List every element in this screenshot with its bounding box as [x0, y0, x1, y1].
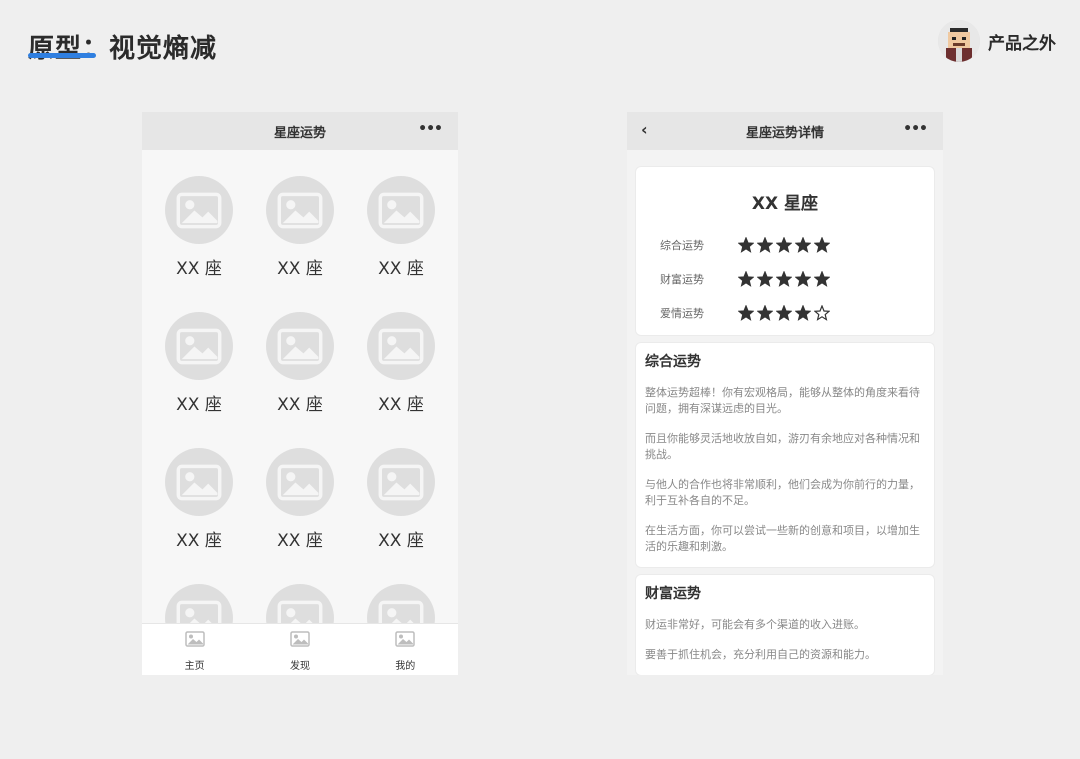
image-placeholder-icon [266, 176, 334, 244]
tab-label: 发现 [289, 661, 310, 672]
image-icon [184, 631, 205, 651]
image-icon [395, 631, 416, 651]
title-underline [28, 53, 96, 58]
section-title: 综合运势 [645, 354, 701, 370]
star-filled-icon [795, 237, 811, 253]
star-filled-icon [776, 237, 792, 253]
sign-summary-card: XX 星座 综合运势财富运势爱情运势 [635, 166, 935, 336]
detail-screen: ‹ 星座运势详情 ••• XX 星座 综合运势 财富运势 爱情运势 综合运势 整体运势… [627, 112, 943, 675]
rating-label: 综合运势 [660, 239, 704, 252]
fortune-sections: 综合运势整体运势超棒！你有宏观格局，能够从整体的角度来看待问题，拥有深谋远虑的目… [627, 342, 943, 675]
zodiac-label: XX 座 [378, 395, 424, 415]
section-paragraph: 在生活方面，你可以尝试一些新的创意和项目，以增加生活的乐趣和刺激。 [645, 524, 920, 553]
zodiac-label: XX 座 [378, 531, 424, 551]
zodiac-item[interactable]: XX 座 [250, 176, 351, 279]
image-placeholder-icon [165, 312, 233, 380]
sign-title: XX 星座 [751, 194, 819, 214]
image-placeholder-icon [266, 312, 334, 380]
chevron-left-icon[interactable]: ‹ [641, 120, 648, 139]
list-screen: 星座运势 ••• XX 座 XX 座 XX 座 XX 座 XX 座 XX 座 XX 座 XX … [142, 112, 458, 675]
star-filled-icon [757, 305, 773, 321]
ellipsis-icon[interactable]: ••• [903, 121, 928, 137]
zodiac-label: XX 座 [378, 259, 424, 279]
zodiac-item[interactable]: XX 座 [250, 448, 351, 551]
brand-name: 产品之外 [988, 33, 1056, 54]
star-filled-icon [738, 305, 754, 321]
brand: 产品之外 [938, 20, 1056, 62]
slide-title: 原型：视觉熵减 [28, 34, 218, 64]
zodiac-item[interactable]: XX 座 [351, 176, 452, 279]
star-filled-icon [814, 237, 830, 253]
star-filled-icon [738, 271, 754, 287]
star-filled-icon [776, 305, 792, 321]
rating-row: 爱情运势 [660, 296, 934, 330]
fortune-section-card: 综合运势整体运势超棒！你有宏观格局，能够从整体的角度来看待问题，拥有深谋远虑的目… [635, 342, 935, 568]
rating-row: 综合运势 [660, 228, 934, 262]
tab-label: 我的 [395, 661, 416, 672]
rating-label: 财富运势 [660, 273, 704, 286]
section-title: 财富运势 [645, 586, 701, 602]
section-paragraph: 而且你能够灵活地收放自如，游刃有余地应对各种情况和挑战。 [645, 432, 920, 461]
image-placeholder-icon [367, 448, 435, 516]
star-rating [738, 305, 833, 321]
ellipsis-icon[interactable]: ••• [418, 121, 443, 137]
zodiac-label: XX 座 [176, 531, 222, 551]
star-filled-icon [795, 305, 811, 321]
zodiac-grid: XX 座XX 座XX 座XX 座XX 座XX 座XX 座XX 座XX 座XX 座… [142, 150, 458, 675]
image-placeholder-icon [266, 448, 334, 516]
rating-label: 爱情运势 [660, 307, 704, 320]
star-filled-icon [795, 271, 811, 287]
star-filled-icon [757, 271, 773, 287]
tab-item[interactable]: 发现 [247, 624, 352, 675]
section-paragraph: 要善于抓住机会，充分利用自己的资源和能力。 [645, 648, 876, 661]
tab-item[interactable]: 我的 [353, 624, 458, 675]
star-filled-icon [776, 271, 792, 287]
star-filled-icon [814, 271, 830, 287]
zodiac-label: XX 座 [176, 395, 222, 415]
image-icon [290, 631, 310, 651]
nav-title: 星座运势 [273, 125, 326, 141]
zodiac-item[interactable]: XX 座 [149, 448, 250, 551]
star-filled-icon [757, 237, 773, 253]
zodiac-item[interactable]: XX 座 [149, 176, 250, 279]
star-filled-icon [738, 237, 754, 253]
section-paragraph: 与他人的合作也将非常顺利，他们会成为你前行的力量，利于互补各自的不足。 [645, 478, 920, 507]
navbar: ‹ 星座运势详情 ••• [627, 112, 943, 150]
section-paragraph: 财运非常好，可能会有多个渠道的收入进账。 [645, 618, 865, 631]
image-placeholder-icon [367, 312, 435, 380]
tab-item[interactable]: 主页 [142, 624, 247, 675]
tab-bar: 主页 发现 我的 [142, 623, 458, 675]
avatar [938, 20, 980, 62]
navbar: 星座运势 ••• [142, 112, 458, 150]
image-placeholder-icon [165, 448, 233, 516]
rating-row: 财富运势 [660, 262, 934, 296]
nav-title: 星座运势详情 [745, 125, 824, 141]
image-placeholder-icon [165, 176, 233, 244]
ratings: 综合运势财富运势爱情运势 [636, 228, 934, 330]
fortune-section-card: 财富运势财运非常好，可能会有多个渠道的收入进账。 要善于抓住机会，充分利用自己的资… [635, 574, 935, 675]
image-placeholder-icon [367, 176, 435, 244]
tab-label: 主页 [184, 661, 205, 672]
star-empty-icon [814, 305, 830, 321]
zodiac-label: XX 座 [277, 259, 323, 279]
section-paragraph: 整体运势超棒！你有宏观格局，能够从整体的角度来看待问题，拥有深谋远虑的目光。 [645, 386, 920, 415]
zodiac-item[interactable]: XX 座 [149, 312, 250, 415]
zodiac-label: XX 座 [176, 259, 222, 279]
zodiac-item[interactable]: XX 座 [250, 312, 351, 415]
zodiac-item[interactable]: XX 座 [351, 448, 452, 551]
zodiac-label: XX 座 [277, 395, 323, 415]
zodiac-label: XX 座 [277, 531, 323, 551]
star-rating [738, 237, 833, 253]
zodiac-item[interactable]: XX 座 [351, 312, 452, 415]
star-rating [738, 271, 833, 287]
